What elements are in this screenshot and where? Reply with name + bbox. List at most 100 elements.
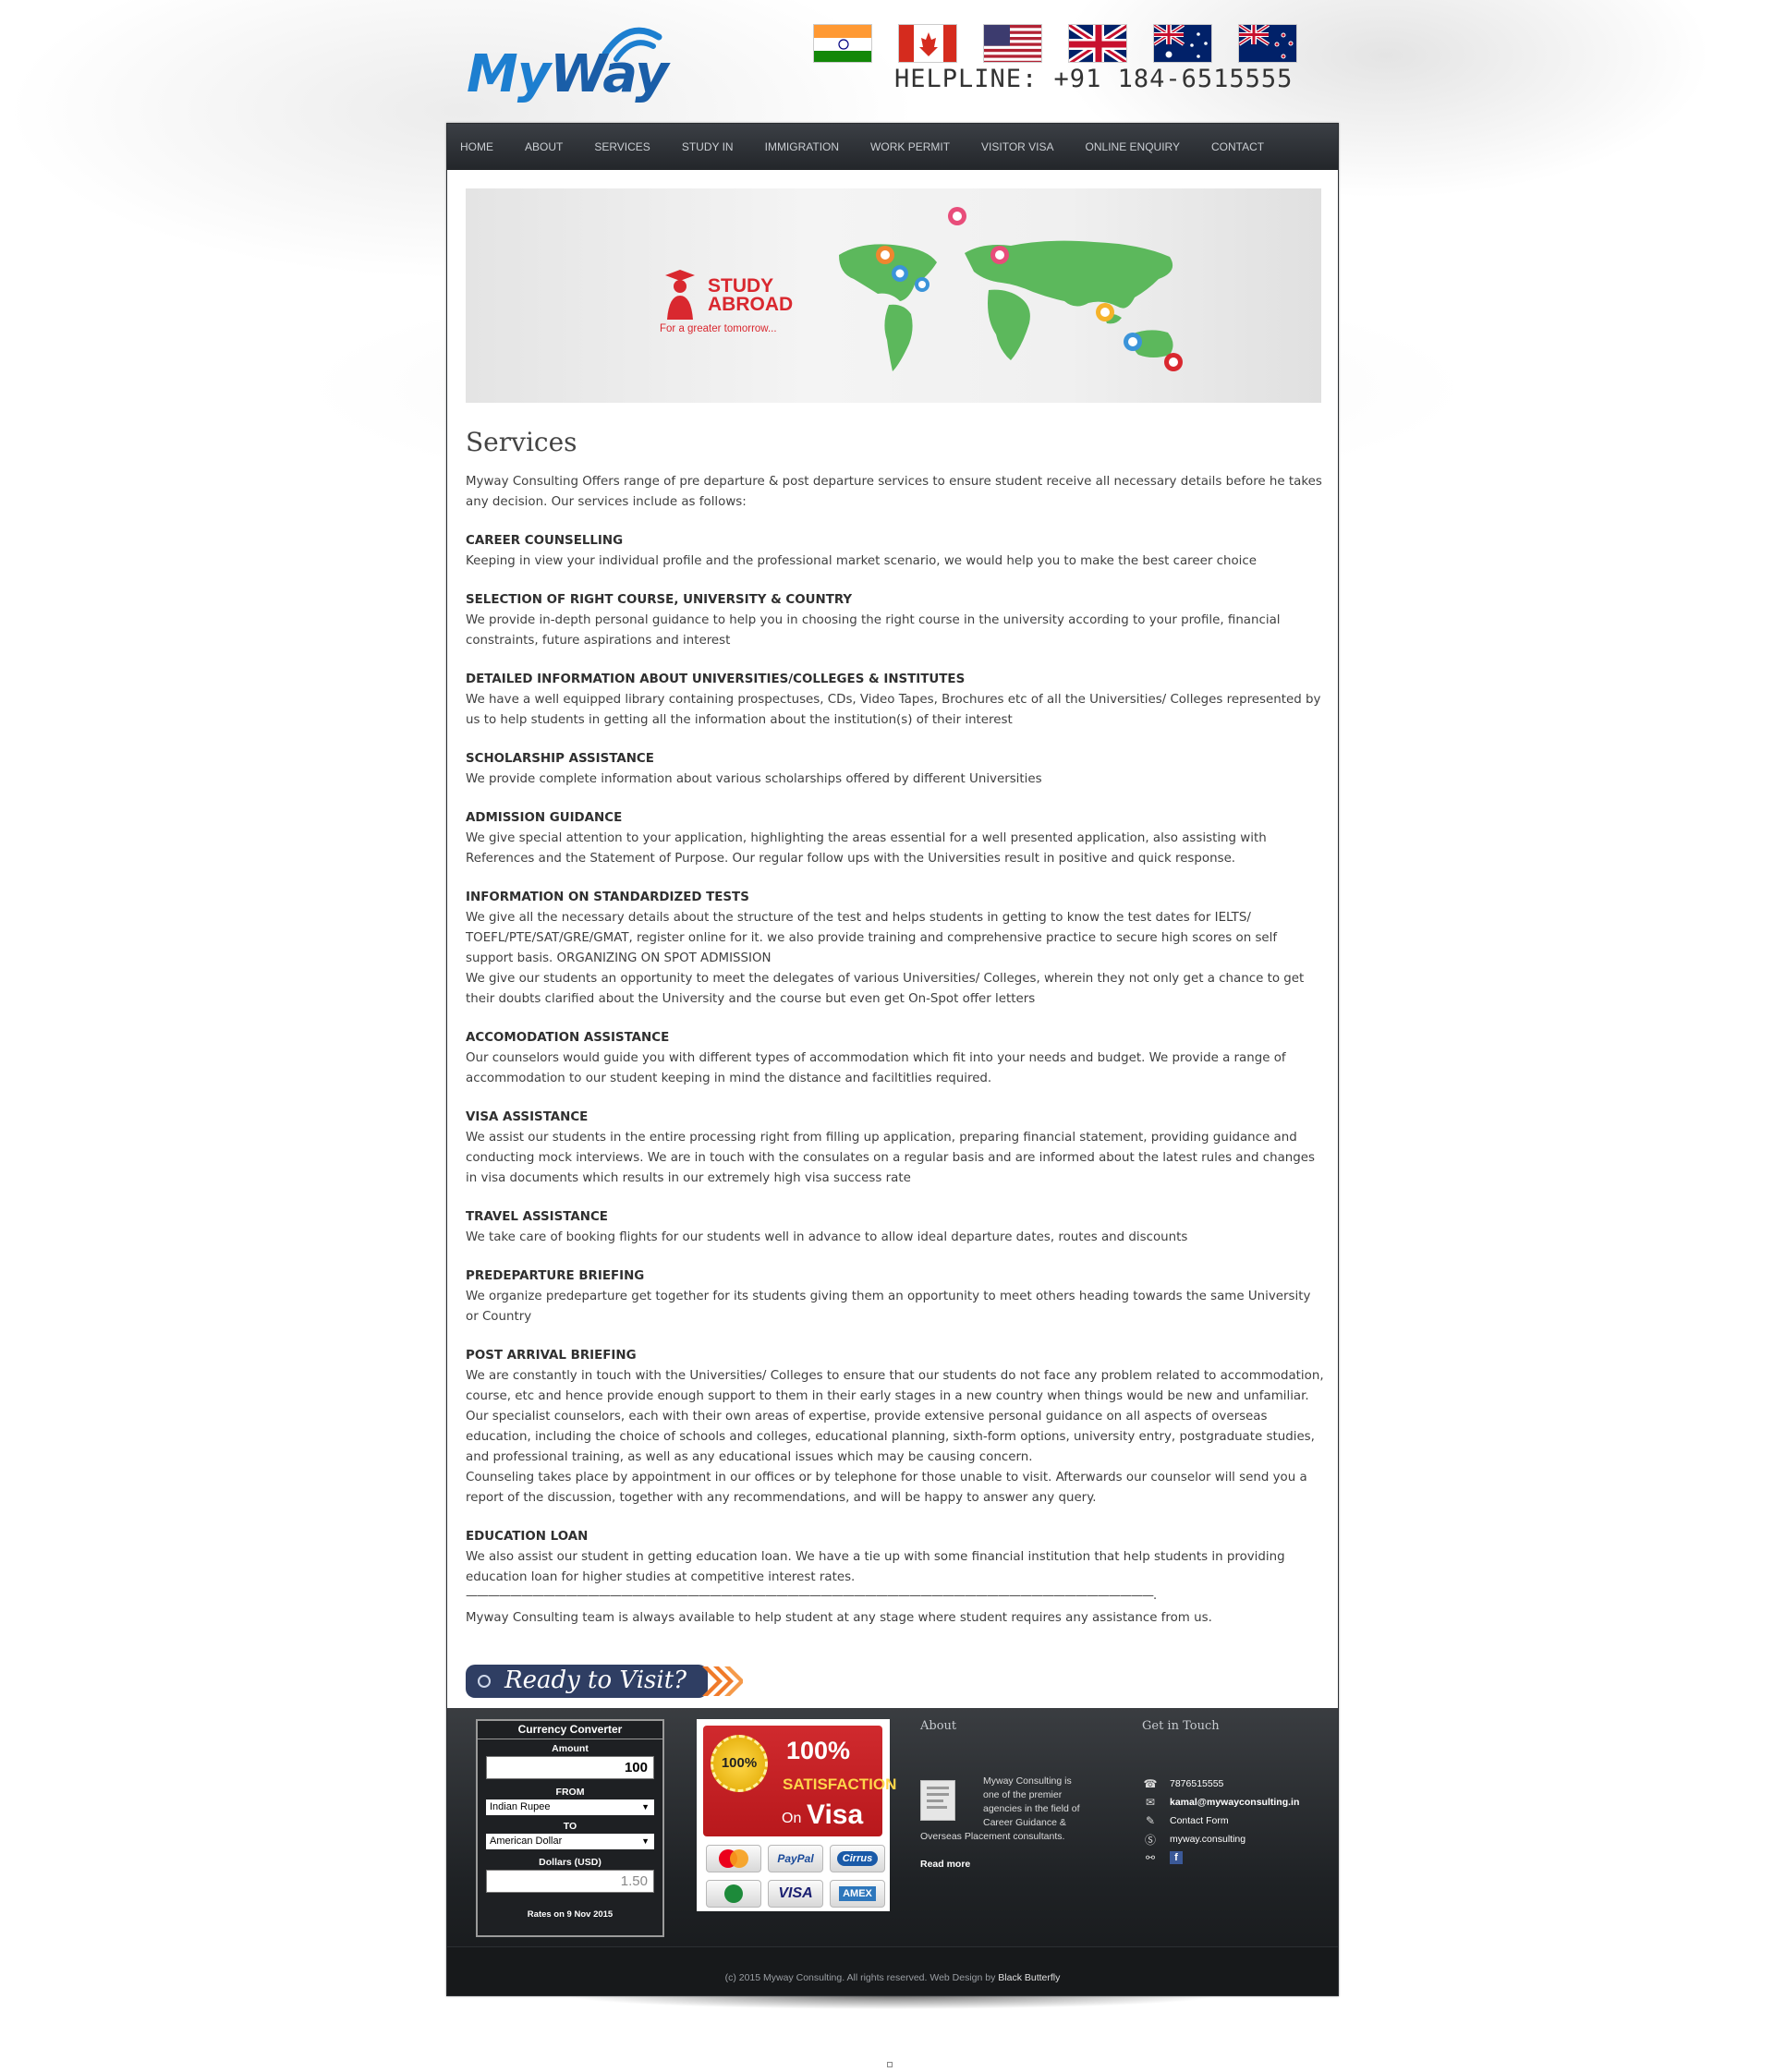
ready-to-visit-button[interactable]: Ready to Visit? xyxy=(466,1663,743,1700)
from-currency-value: Indian Rupee xyxy=(490,1801,551,1812)
rates-date: Rates on 9 Nov 2015 xyxy=(527,1909,614,1920)
discover-icon xyxy=(706,1880,761,1908)
chevron-down-icon: ▼ xyxy=(641,1802,650,1811)
dashed-divider: ————————————————————————————————————————… xyxy=(466,1589,1157,1603)
nav-study-in[interactable]: STUDY IN xyxy=(682,140,734,153)
ready-to-visit-label: Ready to Visit? xyxy=(504,1666,687,1694)
amount-input[interactable]: 100 xyxy=(486,1756,654,1779)
logo-text: MyWay xyxy=(467,44,669,104)
nav-contact[interactable]: CONTACT xyxy=(1211,140,1264,153)
flag-canada-icon[interactable] xyxy=(898,24,957,63)
section-text: We give all the necessary details about … xyxy=(466,911,1278,965)
flag-australia-icon[interactable] xyxy=(1153,24,1212,63)
phone-icon: ☎ xyxy=(1143,1777,1158,1790)
flag-india-icon[interactable] xyxy=(813,24,872,63)
section-text: We have a well equipped library containi… xyxy=(466,693,1321,727)
nav-online-enquiry[interactable]: ONLINE ENQUIRY xyxy=(1086,140,1180,153)
section-title: CAREER COUNSELLING xyxy=(466,534,624,548)
section-title: DETAILED INFORMATION ABOUT UNIVERSITIES/… xyxy=(466,672,966,686)
phone-text: 7876515555 xyxy=(1170,1778,1224,1789)
nav-work-permit[interactable]: WORK PERMIT xyxy=(870,140,950,153)
from-currency-select[interactable]: Indian Rupee ▼ xyxy=(486,1799,654,1815)
visa-satisfaction-badge: 100% 100% SATISFACTION On Visa PayPal Ci… xyxy=(697,1719,896,1911)
section-title: SELECTION OF RIGHT COURSE, UNIVERSITY & … xyxy=(466,593,853,607)
about-text: Myway Consulting is one of the premier a… xyxy=(983,1775,1080,1828)
footer-about: About Myway Consulting is one of the pre… xyxy=(920,1719,1124,1870)
country-flags xyxy=(813,24,1303,65)
section-text: Keeping in view your individual profile … xyxy=(466,554,1257,568)
logo[interactable]: MyWay xyxy=(467,17,669,104)
section-text: Our counselors would guide you with diff… xyxy=(466,1051,1286,1085)
nav-about[interactable]: ABOUT xyxy=(525,140,563,153)
service-section: TRAVEL ASSISTANCE We take care of booking… xyxy=(466,1207,1325,1248)
section-text: We provide complete information about va… xyxy=(466,772,1042,786)
contact-form-link[interactable]: ✎ Contact Form xyxy=(1142,1811,1299,1830)
amex-icon: AMEX xyxy=(830,1880,885,1908)
helpline: HELPLINE: +91 184-6515555 xyxy=(894,65,1294,93)
main-nav: HOME ABOUT SERVICES STUDY IN IMMIGRATION… xyxy=(447,124,1338,170)
banner-tagline: For a greater tomorrow... xyxy=(660,323,777,334)
graduate-icon xyxy=(665,270,695,320)
footer-bottom: (c) 2015 Myway Consulting. All rights re… xyxy=(447,1946,1338,1995)
chevron-down-icon: ▼ xyxy=(641,1836,650,1846)
service-section: EDUCATION LOAN We also assist our student… xyxy=(466,1527,1325,1588)
visa-label: Visa xyxy=(807,1799,864,1830)
service-section: POST ARRIVAL BRIEFING We are constantly i… xyxy=(466,1346,1325,1509)
contact-social: ⚯ f xyxy=(1142,1848,1299,1867)
converter-title: Currency Converter xyxy=(478,1721,662,1739)
service-section: PREDEPARTURE BRIEFING We organize predepa… xyxy=(466,1266,1325,1327)
nav-home[interactable]: HOME xyxy=(460,140,493,153)
section-text: We are constantly in touch with the Univ… xyxy=(466,1369,1324,1464)
to-currency-select[interactable]: American Dollar ▼ xyxy=(486,1834,654,1849)
intro-text: Myway Consulting Offers range of pre dep… xyxy=(466,475,1322,509)
footer-contact: Get in Touch ☎ 7876515555 ✉ kamal@mywaycon… xyxy=(1142,1719,1327,1864)
pencil-icon: ✎ xyxy=(1145,1814,1156,1827)
document-icon xyxy=(920,1780,955,1821)
facebook-icon[interactable]: f xyxy=(1170,1851,1183,1864)
banner-title: STUDY ABROAD xyxy=(708,276,793,314)
flag-usa-icon[interactable] xyxy=(983,24,1042,63)
section-text: We also assist our student in getting ed… xyxy=(466,1550,1285,1584)
result-output: 1.50 xyxy=(486,1870,654,1893)
section-title: VISA ASSISTANCE xyxy=(466,1110,589,1124)
result-label: Dollars (USD) xyxy=(539,1857,601,1868)
main-container: HOME ABOUT SERVICES STUDY IN IMMIGRATION… xyxy=(446,123,1339,1996)
service-section: INFORMATION ON STANDARDIZED TESTS We give… xyxy=(466,888,1325,1010)
section-text: We organize predeparture get together fo… xyxy=(466,1290,1311,1324)
contact-list: ☎ 7876515555 ✉ kamal@mywayconsulting.in ✎ C… xyxy=(1142,1775,1299,1867)
small-square-icon xyxy=(887,2062,893,2067)
to-label: TO xyxy=(563,1821,577,1832)
mastercard-icon xyxy=(706,1845,761,1872)
flag-new-zealand-icon[interactable] xyxy=(1238,24,1297,63)
contact-email[interactable]: ✉ kamal@mywayconsulting.in xyxy=(1142,1793,1299,1811)
section-text: We assist our students in the entire pro… xyxy=(466,1131,1316,1185)
visa-card-icon: VISA xyxy=(768,1880,823,1908)
nav-immigration[interactable]: IMMIGRATION xyxy=(765,140,839,153)
section-title: TRAVEL ASSISTANCE xyxy=(466,1210,608,1224)
satisfaction-seal-icon: 100% xyxy=(711,1735,768,1792)
read-more-link[interactable]: Read more xyxy=(920,1858,970,1872)
skype-text[interactable]: myway.consulting xyxy=(1170,1834,1245,1845)
contact-title: Get in Touch xyxy=(1142,1719,1220,1733)
amount-label: Amount xyxy=(552,1743,589,1754)
flag-uk-icon[interactable] xyxy=(1068,24,1127,63)
nav-visitor-visa[interactable]: VISITOR VISA xyxy=(981,140,1053,153)
services-content: Services Myway Consulting Offers range o… xyxy=(466,427,1325,1629)
footer: Currency Converter Amount 100 FROM India… xyxy=(447,1708,1338,1995)
contact-skype[interactable]: Ⓢmyway.consulting xyxy=(1142,1830,1299,1848)
from-label: FROM xyxy=(555,1787,585,1798)
currency-converter: Currency Converter Amount 100 FROM India… xyxy=(476,1719,664,1937)
designer-link[interactable]: Black Butterfly xyxy=(998,1972,1060,1983)
section-title: INFORMATION ON STANDARDIZED TESTS xyxy=(466,891,749,904)
link-icon: ⚯ xyxy=(1145,1851,1156,1864)
service-section: SELECTION OF RIGHT COURSE, UNIVERSITY & … xyxy=(466,590,1325,651)
section-title: PREDEPARTURE BRIEFING xyxy=(466,1269,645,1283)
section-text: We provide in-depth personal guidance to… xyxy=(466,613,1281,648)
email-text[interactable]: kamal@mywayconsulting.in xyxy=(1170,1797,1299,1808)
contact-form-text[interactable]: Contact Form xyxy=(1170,1815,1229,1826)
nav-services[interactable]: SERVICES xyxy=(594,140,650,153)
section-title: ACCOMODATION ASSISTANCE xyxy=(466,1031,670,1045)
about-text-cont: Overseas Placement consultants. xyxy=(920,1831,1065,1842)
section-title: ADMISSION GUIDANCE xyxy=(466,811,623,825)
to-currency-value: American Dollar xyxy=(490,1836,563,1847)
